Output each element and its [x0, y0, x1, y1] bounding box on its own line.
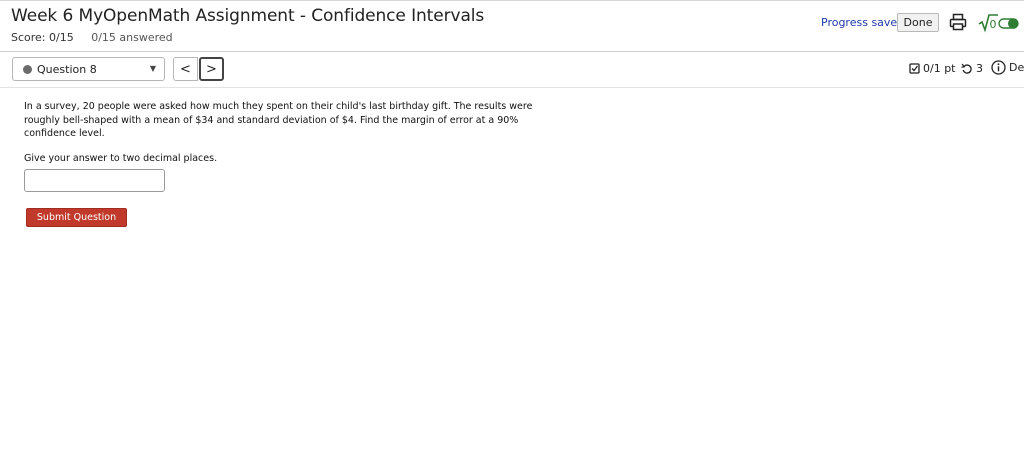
retries-indicator: 3: [961, 62, 983, 75]
header-divider: [0, 51, 1024, 52]
assignment-title: Week 6 MyOpenMath Assignment - Confidenc…: [11, 6, 485, 26]
question-prompt: In a survey, 20 people were asked how mu…: [24, 101, 533, 139]
answer-input[interactable]: [24, 169, 165, 192]
done-button[interactable]: Done: [897, 13, 939, 32]
submit-question-button[interactable]: Submit Question: [26, 208, 127, 227]
score-summary: Score: 0/15 0/15 answered: [11, 31, 173, 44]
previous-question-button[interactable]: <: [173, 57, 198, 81]
answered-count: 0/15 answered: [91, 31, 173, 44]
printer-icon[interactable]: [949, 13, 967, 31]
top-divider: [0, 0, 1024, 1]
content-divider: [0, 87, 1024, 88]
points-indicator: 0/1 pt: [909, 62, 956, 75]
toggle-digit: 0: [990, 18, 997, 31]
math-entry-toggle-icon[interactable]: 0: [978, 13, 1020, 33]
details-button[interactable]: Det: [991, 60, 1024, 75]
chevron-down-icon: ▼: [149, 64, 156, 73]
question-select[interactable]: Question 8 ▼: [12, 57, 165, 81]
question-select-label: Question 8: [37, 63, 97, 76]
answer-instruction: Give your answer to two decimal places.: [24, 153, 218, 164]
question-status-dot: [23, 65, 32, 74]
retry-icon: [961, 63, 972, 74]
details-label: Det: [1009, 61, 1024, 74]
next-question-button[interactable]: >: [199, 57, 224, 81]
points-text: 0/1 pt: [923, 62, 956, 75]
progress-status: Progress saved: [821, 16, 905, 29]
info-icon: [991, 60, 1006, 75]
retries-count: 3: [976, 62, 983, 75]
score-text: Score: 0/15: [11, 31, 74, 44]
checkbox-icon: [909, 63, 920, 74]
